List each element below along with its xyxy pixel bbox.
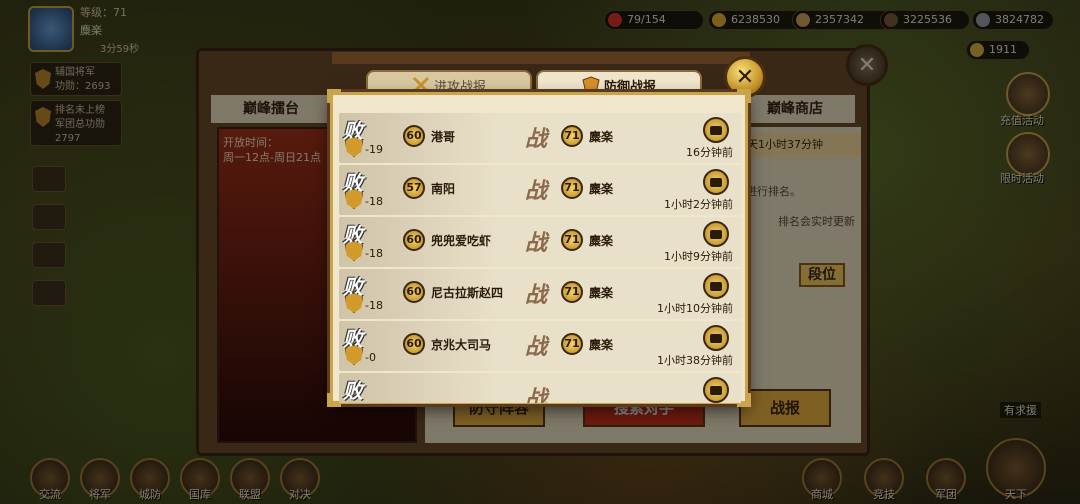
score-change: -18 xyxy=(365,195,383,208)
versus-glyph: 战 xyxy=(525,335,548,360)
score-change: -19 xyxy=(365,143,383,156)
defender-name: 麋楽 xyxy=(589,286,614,300)
medal-icon xyxy=(345,241,363,261)
versus-glyph: 战 xyxy=(525,179,548,204)
report-time: 16分钟前 xyxy=(686,146,733,159)
attacker-level: 57 xyxy=(403,177,425,199)
close-modal-glyph: ✕ xyxy=(735,64,755,90)
medal-icon xyxy=(345,189,363,209)
attacker-name: 南阳 xyxy=(431,182,456,196)
score-change: -18 xyxy=(365,247,383,260)
attacker-level: 60 xyxy=(403,229,425,251)
versus-glyph: 战 xyxy=(525,231,548,256)
defender-name: 麋楽 xyxy=(589,234,614,248)
frame-corner xyxy=(737,393,751,407)
attacker-name: 京兆大司马 xyxy=(431,338,492,352)
medal-icon xyxy=(345,345,363,365)
defense-report-modal: 败 -19 60 港哥 战 71 麋楽 16分钟前 败 -18 57 南阳 战 … xyxy=(327,89,751,407)
attacker-level: 60 xyxy=(403,333,425,355)
replay-icon[interactable] xyxy=(703,221,729,247)
attacker-level: 60 xyxy=(403,281,425,303)
report-time: 1小时9分钟前 xyxy=(664,250,733,263)
report-list[interactable]: 败 -19 60 港哥 战 71 麋楽 16分钟前 败 -18 57 南阳 战 … xyxy=(339,113,741,403)
defender-name: 麋楽 xyxy=(589,182,614,196)
score-change: -18 xyxy=(365,299,383,312)
versus-glyph: 战 xyxy=(525,387,548,403)
attacker-name: 兜兜爱吃虾 xyxy=(431,234,492,248)
report-time: 1小时38分钟前 xyxy=(657,354,733,367)
defender-name: 麋楽 xyxy=(589,130,614,144)
versus-glyph: 战 xyxy=(525,283,548,308)
modal-top-rail xyxy=(332,52,750,64)
replay-icon[interactable] xyxy=(703,377,729,403)
defender-level: 71 xyxy=(561,125,583,147)
report-row[interactable]: 败 -18 60 尼古拉斯赵四 战 71 麋楽 1小时10分钟前 xyxy=(339,269,741,319)
replay-icon[interactable] xyxy=(703,117,729,143)
replay-icon[interactable] xyxy=(703,325,729,351)
defender-level: 71 xyxy=(561,333,583,355)
score-change: -0 xyxy=(365,351,376,364)
defender-level: 71 xyxy=(561,229,583,251)
report-row[interactable]: 败 -19 60 港哥 战 71 麋楽 16分钟前 xyxy=(339,113,741,163)
attacker-name: 港哥 xyxy=(431,130,456,144)
report-time: 1小时10分钟前 xyxy=(657,302,733,315)
attacker-level: 60 xyxy=(403,125,425,147)
medal-icon xyxy=(345,293,363,313)
versus-glyph: 战 xyxy=(525,127,548,152)
report-row[interactable]: 败 -18 57 南阳 战 71 麋楽 1小时2分钟前 xyxy=(339,165,741,215)
replay-icon[interactable] xyxy=(703,273,729,299)
frame-corner xyxy=(737,89,751,103)
report-time: 1小时2分钟前 xyxy=(664,198,733,211)
attacker-name: 尼古拉斯赵四 xyxy=(431,286,504,300)
report-row[interactable]: 败 战 xyxy=(339,373,741,403)
medal-icon xyxy=(345,137,363,157)
report-row[interactable]: 败 -18 60 兜兜爱吃虾 战 71 麋楽 1小时9分钟前 xyxy=(339,217,741,267)
result-badge: 败 xyxy=(343,379,363,403)
replay-icon[interactable] xyxy=(703,169,729,195)
report-row[interactable]: 败 -0 60 京兆大司马 战 71 麋楽 1小时38分钟前 xyxy=(339,321,741,371)
defender-level: 71 xyxy=(561,281,583,303)
defender-level: 71 xyxy=(561,177,583,199)
defender-name: 麋楽 xyxy=(589,338,614,352)
frame-corner xyxy=(327,89,341,103)
frame-corner xyxy=(327,393,341,407)
